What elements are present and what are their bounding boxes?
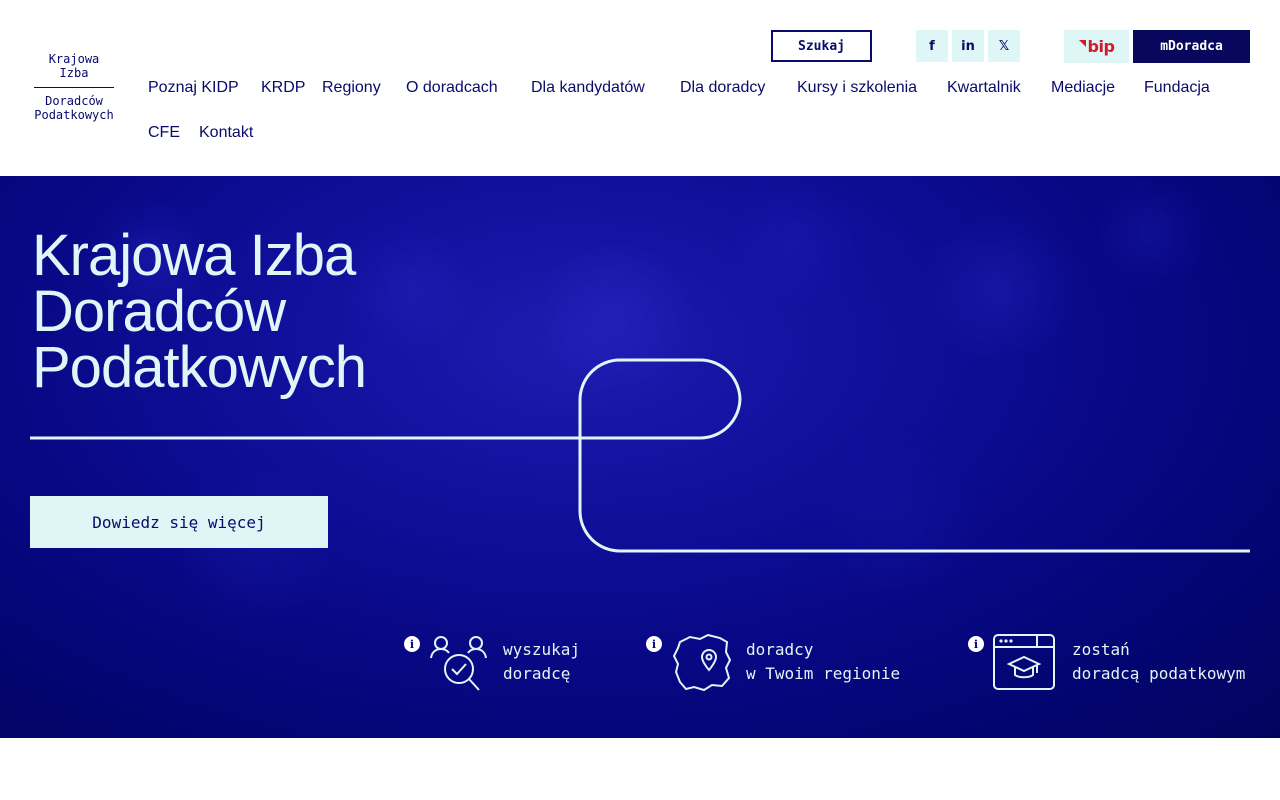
bip-button[interactable]: bip xyxy=(1064,30,1129,63)
nav-item-mediacje[interactable]: Mediacje xyxy=(1051,76,1115,100)
info-icon[interactable]: i xyxy=(968,636,984,652)
logo-line-4: Podatkowych xyxy=(34,108,114,122)
feature-region-text: doradcy w Twoim regionie xyxy=(746,638,900,686)
bip-mark-icon xyxy=(1078,40,1086,47)
info-icon[interactable]: i xyxy=(646,636,662,652)
linkedin-icon: in xyxy=(961,38,975,54)
facebook-icon: f xyxy=(929,38,935,54)
feature-line: w Twoim regionie xyxy=(746,664,901,683)
hero-title: Krajowa Izba Doradców Podatkowych xyxy=(32,223,367,400)
feature-line: doradcę xyxy=(503,664,571,683)
feature-region-advisors[interactable]: i doradcy w Twoim regionie xyxy=(646,634,916,694)
feature-line: wyszukaj xyxy=(503,640,581,659)
logo-line-3: Doradców xyxy=(45,94,103,108)
nav-item-kontakt[interactable]: Kontakt xyxy=(199,121,253,145)
feature-find-advisor-text: wyszukaj doradcę xyxy=(503,638,580,686)
poland-map-icon xyxy=(672,634,732,692)
feature-become-text: zostań doradcą podatkowym xyxy=(1072,638,1245,686)
feature-line: doradcy xyxy=(746,640,814,659)
find-advisor-icon xyxy=(430,636,487,691)
logo-line-2: Izba xyxy=(59,66,89,80)
hero-banner: Krajowa Izba Doradców Podatkowych Dowied… xyxy=(0,176,1280,738)
feature-line: zostań xyxy=(1072,640,1130,659)
hero-title-line-1: Krajowa Izba xyxy=(32,223,356,288)
nav-item-kursy[interactable]: Kursy i szkolenia xyxy=(797,76,917,100)
facebook-button[interactable]: f xyxy=(916,30,948,62)
nav-item-o-doradcach[interactable]: O doradcach xyxy=(406,76,498,100)
nav-item-krdp[interactable]: KRDP xyxy=(261,76,305,100)
hero-title-line-3: Podatkowych xyxy=(32,335,367,400)
x-button[interactable]: 𝕏 xyxy=(988,30,1020,62)
x-icon: 𝕏 xyxy=(998,38,1010,54)
top-actions: Szukaj f in 𝕏 bip mDoradca xyxy=(0,30,1280,63)
nav-item-dla-kandydatow[interactable]: Dla kandydatów xyxy=(531,76,645,100)
hero-title-line-2: Doradców xyxy=(32,279,286,344)
logo-divider xyxy=(34,87,114,88)
nav-item-dla-doradcy[interactable]: Dla doradcy xyxy=(680,76,765,100)
learn-more-button[interactable]: Dowiedz się więcej xyxy=(30,496,328,548)
linkedin-button[interactable]: in xyxy=(952,30,984,62)
nav-item-regiony[interactable]: Regiony xyxy=(322,76,381,100)
feature-become-advisor[interactable]: i zostań doradcą podatkowym xyxy=(968,634,1258,694)
site-header: Krajowa Izba Doradców Podatkowych Szukaj… xyxy=(0,0,1280,176)
nav-item-kwartalnik[interactable]: Kwartalnik xyxy=(947,76,1021,100)
feature-line: doradcą podatkowym xyxy=(1072,664,1246,683)
mdoradca-button[interactable]: mDoradca xyxy=(1133,30,1250,63)
nav-item-poznaj-kidp[interactable]: Poznaj KIDP xyxy=(148,76,239,100)
nav-item-cfe[interactable]: CFE xyxy=(148,121,180,145)
nav-item-fundacja[interactable]: Fundacja xyxy=(1144,76,1210,100)
info-icon[interactable]: i xyxy=(404,636,420,652)
graduation-browser-icon xyxy=(993,634,1055,690)
feature-find-advisor[interactable]: i wyszukaj doradcę xyxy=(404,634,594,694)
search-button[interactable]: Szukaj xyxy=(771,30,872,62)
bip-label: bip xyxy=(1087,37,1115,56)
